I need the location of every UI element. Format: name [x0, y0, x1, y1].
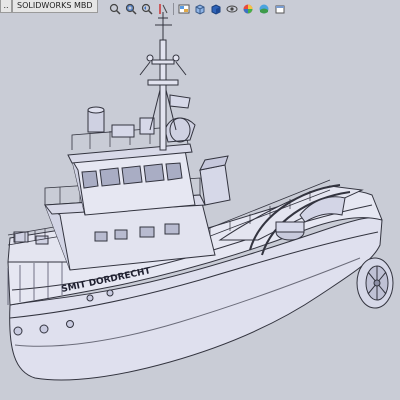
tab-solidworks-mbd[interactable]: SOLIDWORKS MBD: [12, 0, 98, 13]
toolbar-separator: [173, 2, 174, 15]
zoom-to-fit-icon[interactable]: [108, 2, 122, 16]
display-style-icon[interactable]: [209, 2, 223, 16]
previous-view-icon[interactable]: [140, 2, 154, 16]
tugboat-3d-model[interactable]: SMIT DORDRECHT: [0, 0, 400, 400]
propeller-nozzle: [356, 257, 394, 309]
view-settings-icon[interactable]: [273, 2, 287, 16]
hide-show-items-icon[interactable]: [225, 2, 239, 16]
graphics-viewport[interactable]: .. SOLIDWORKS MBD SMIT DORDRECHT: [0, 0, 400, 400]
tab-bar: .. SOLIDWORKS MBD: [0, 0, 98, 13]
wheelhouse: [67, 106, 196, 216]
view-orientation-icon[interactable]: [193, 2, 207, 16]
heads-up-view-toolbar: [108, 1, 287, 16]
apply-scene-icon[interactable]: [257, 2, 271, 16]
section-view-icon[interactable]: [156, 2, 170, 16]
view-selector-icon[interactable]: [177, 2, 191, 16]
funnel: [199, 155, 231, 206]
edit-appearance-icon[interactable]: [241, 2, 255, 16]
tab-features[interactable]: ..: [0, 0, 12, 13]
zoom-area-icon[interactable]: [124, 2, 138, 16]
